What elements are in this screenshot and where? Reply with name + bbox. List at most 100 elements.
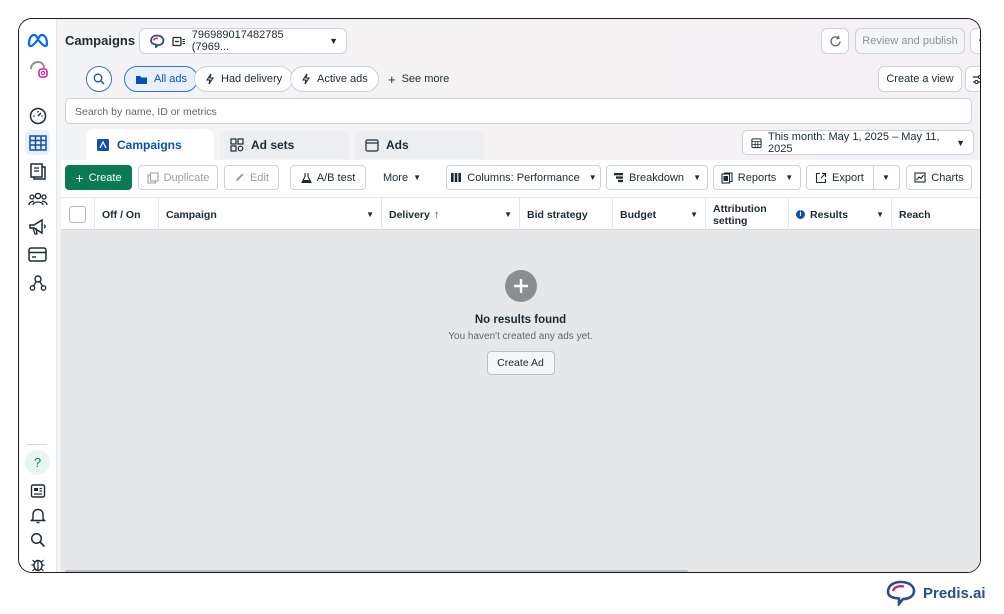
account-avatar-icon[interactable] [25, 57, 50, 82]
col-reach[interactable]: Reach [892, 198, 980, 231]
filter-all-ads[interactable]: All ads [124, 66, 199, 92]
col-budget[interactable]: Budget ▼ [613, 198, 706, 231]
top-bar: Campaigns 796989017482785 (7969... ▼ Rev… [57, 19, 980, 63]
help-icon[interactable]: ? [25, 450, 50, 475]
breakdown-dropdown[interactable]: Breakdown ▼ [606, 165, 708, 190]
duplicate-button[interactable]: Duplicate [138, 165, 218, 190]
columns-icon [451, 173, 462, 182]
billing-card-icon[interactable] [25, 242, 50, 267]
chevron-down-icon: ▼ [956, 137, 965, 148]
checkbox[interactable] [69, 206, 86, 223]
col-delivery[interactable]: Delivery ↑ ▼ [382, 198, 520, 231]
col-reach-label: Reach [899, 208, 931, 221]
reports-icon [721, 171, 733, 184]
edit-button[interactable]: Edit [224, 165, 279, 190]
dashboard-gauge-icon[interactable] [25, 103, 50, 128]
more-label: More [383, 171, 409, 184]
select-all-checkbox[interactable] [61, 198, 95, 231]
more-dropdown[interactable]: More ▼ [373, 165, 431, 190]
predis-logo-icon [886, 580, 916, 606]
business-network-icon[interactable] [25, 270, 50, 295]
ab-test-button[interactable]: A/B test [290, 165, 366, 190]
ad-account-selector[interactable]: 796989017482785 (7969... ▼ [139, 28, 347, 54]
lightning-icon [301, 73, 311, 85]
app-window: ? Campaigns 796989017482785 (7969... ▼ R… [18, 18, 981, 573]
action-toolbar: + Create Duplicate Edit A/B test More ▼ … [61, 160, 980, 196]
campaigns-table-icon[interactable] [25, 130, 50, 155]
chevron-down-icon: ▼ [588, 173, 597, 182]
chevron-down-icon: ▼ [413, 173, 421, 182]
col-bid-strategy[interactable]: Bid strategy [520, 198, 613, 231]
sort-up-arrow-icon: ↑ [433, 208, 440, 221]
date-range-picker[interactable]: This month: May 1, 2025 – May 11, 2025 ▼ [742, 130, 974, 155]
filter-all-ads-label: All ads [154, 73, 188, 85]
news-feed-icon[interactable] [25, 478, 50, 503]
empty-state: No results found You haven't created any… [61, 270, 980, 375]
filter-active-ads[interactable]: Active ads [290, 66, 379, 92]
meta-logo-icon[interactable] [25, 27, 50, 52]
col-results[interactable]: i Results ▼ [789, 198, 892, 231]
tab-ad-sets[interactable]: Ad sets [220, 131, 349, 159]
search-input[interactable]: Search by name, ID or metrics [65, 98, 972, 124]
folder-icon [136, 75, 147, 84]
predis-brand-name: Predis.ai [923, 584, 986, 602]
reports-label: Reports [737, 171, 777, 184]
columns-dropdown[interactable]: Columns: Performance ▼ [446, 165, 601, 190]
col-delivery-label: Delivery [389, 208, 430, 221]
create-button[interactable]: + Create [65, 165, 132, 190]
pages-icon[interactable] [25, 158, 50, 183]
search-toggle-button[interactable] [86, 66, 112, 92]
export-icon [815, 172, 827, 183]
col-attribution-setting[interactable]: Attribution setting [706, 198, 789, 231]
edit-label: Edit [250, 171, 269, 184]
date-range-label: This month: May 1, 2025 – May 11, 2025 [767, 130, 940, 155]
chevron-down-icon: ▼ [693, 173, 701, 182]
view-settings-button[interactable] [965, 66, 980, 92]
see-more-filters-button[interactable]: + See more [377, 66, 460, 92]
chevron-down-icon: ▼ [690, 210, 698, 219]
chevron-down-icon: ▼ [366, 210, 374, 219]
horizontal-scrollbar[interactable] [65, 570, 688, 572]
tab-ads-label: Ads [386, 138, 409, 152]
predis-brand: Predis.ai [884, 580, 986, 606]
more-options-button[interactable]: ··· [970, 28, 981, 54]
lightning-icon [205, 73, 215, 85]
chevron-down-icon: ▼ [329, 36, 338, 46]
see-more-label: See more [401, 73, 450, 85]
chevron-down-icon: ▼ [785, 173, 794, 182]
charts-button[interactable]: Charts [906, 165, 972, 190]
review-and-publish-label: Review and publish [862, 35, 958, 47]
tab-campaigns-label: Campaigns [117, 138, 182, 152]
main-area: Campaigns 796989017482785 (7969... ▼ Rev… [57, 19, 980, 572]
col-campaign[interactable]: Campaign ▼ [159, 198, 382, 231]
search-placeholder: Search by name, ID or metrics [75, 106, 217, 118]
columns-label: Columns: Performance [467, 171, 580, 184]
search-icon [93, 73, 105, 85]
table-body: No results found You haven't created any… [61, 230, 980, 572]
bug-report-icon[interactable] [25, 551, 50, 572]
ad-account-label: 796989017482785 (7969... [191, 29, 284, 53]
export-button[interactable]: Export ▼ [806, 165, 900, 190]
create-ad-button[interactable]: Create Ad [486, 351, 555, 375]
ad-window-icon [365, 138, 379, 152]
refresh-button[interactable] [821, 28, 849, 54]
sliders-icon [973, 74, 980, 84]
review-and-publish-button[interactable]: Review and publish [855, 28, 965, 54]
tab-campaigns[interactable]: Campaigns [86, 129, 214, 161]
megaphone-icon[interactable] [25, 214, 50, 239]
campaigns-panel: + Create Duplicate Edit A/B test More ▼ … [61, 160, 980, 572]
more-options-label: ··· [979, 35, 981, 47]
create-view-button[interactable]: Create a view [878, 66, 962, 92]
bell-icon[interactable] [25, 503, 50, 528]
reports-dropdown[interactable]: Reports ▼ [713, 165, 801, 190]
col-bid-strategy-label: Bid strategy [527, 208, 588, 221]
filter-had-delivery[interactable]: Had delivery [194, 66, 294, 92]
breakdown-icon [614, 173, 624, 183]
chevron-down-icon[interactable]: ▼ [882, 173, 890, 182]
campaigns-flag-icon [97, 139, 109, 151]
search-icon[interactable] [25, 527, 50, 552]
col-off-on[interactable]: Off / On [95, 198, 159, 231]
audiences-icon[interactable] [25, 186, 50, 211]
pencil-icon [236, 173, 244, 181]
tab-ads[interactable]: Ads [355, 131, 484, 159]
